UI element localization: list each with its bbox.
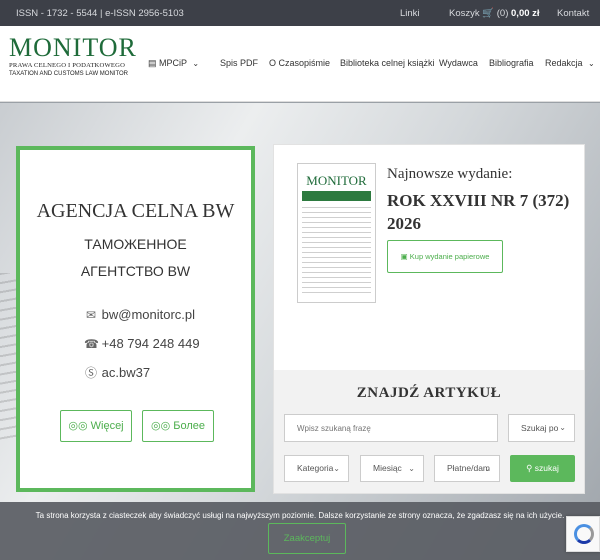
agency-skype[interactable]: Ⓢ ac.bw37	[84, 364, 150, 381]
chevron-down-icon: ⌄	[588, 59, 595, 68]
nav-bibliografia[interactable]: Bibliografia	[489, 58, 534, 68]
issue-cover-image[interactable]: MONITOR	[297, 163, 376, 303]
find-article-title: ZNAJDŹ ARTYKUŁ	[356, 385, 502, 401]
links-link[interactable]: Linki	[400, 8, 420, 19]
cover-header	[298, 164, 375, 170]
search-by-value: Szukaj po	[521, 423, 559, 433]
agency-name: AGENCJA CELNA BW	[36, 200, 235, 222]
search-button-label: szukaj	[534, 463, 559, 473]
chevron-down-icon: ⌄	[484, 464, 491, 473]
cart-count: (0)	[496, 8, 509, 19]
skype-icon: Ⓢ	[84, 366, 97, 380]
category-select[interactable]: Kategoria ⌄	[284, 455, 349, 482]
agency-name-ru-line2: АГЕНТСТВО BW	[80, 263, 191, 279]
newest-issue-label: Najnowsze wydanie:	[387, 166, 513, 182]
nav-mpcip-label: MPCiP	[159, 58, 187, 68]
glasses-icon: ◎◎	[68, 420, 88, 432]
top-bar: ISSN - 1732 - 5544 | e-ISSN 2956-5103 Li…	[0, 0, 600, 26]
nav-o-czasopismie[interactable]: O Czasopiśmie	[269, 58, 330, 68]
glasses-icon: ◎◎	[150, 420, 171, 432]
cart-total: 0,00 zł	[511, 8, 540, 19]
cover-contents	[302, 207, 371, 297]
nav-wydawca[interactable]: Wydawca	[439, 58, 478, 68]
cart-link[interactable]: Koszyk 🛒 (0) 0,00 zł	[449, 8, 540, 19]
recaptcha-badge[interactable]	[566, 516, 600, 552]
issue-and-search-panel: MONITOR Najnowsze wydanie: ROK XXVIII NR…	[273, 144, 585, 494]
agency-card: AGENCJA CELNA BW ТАМОЖЕННОЕ АГЕНТСТВО BW…	[16, 146, 255, 492]
cart-label: Koszyk	[449, 8, 480, 19]
logo-title: MONITOR	[9, 33, 137, 62]
logo-subtitle-en: TAXATION AND CUSTOMS LAW MONITOR	[9, 71, 129, 77]
more-ru-label: Более	[173, 420, 205, 432]
buy-paper-issue-button[interactable]: ▣ Kup wydanie papierowe	[387, 240, 503, 273]
chevron-down-icon: ⌄	[192, 59, 200, 68]
phone-icon: ☎	[84, 337, 99, 351]
nav-biblioteka[interactable]: Biblioteka celnej książki	[340, 58, 435, 68]
cover-logo: MONITOR	[306, 173, 367, 188]
accept-cookies-button[interactable]: Zaakceptuj	[268, 523, 346, 554]
logo-subtitle-pl: PRAWA CELNEGO I PODATKOWEGO	[9, 62, 126, 69]
logo[interactable]: MONITOR PRAWA CELNEGO I PODATKOWEGO TAXA…	[9, 33, 137, 78]
issue-title[interactable]: ROK XXVIII NR 7 (372) 2026	[387, 189, 577, 235]
email-icon: ✉	[85, 308, 97, 322]
cookie-banner: Ta strona korzysta z ciasteczek aby świa…	[0, 502, 600, 560]
cover-band	[302, 191, 371, 201]
latest-issue-section: MONITOR Najnowsze wydanie: ROK XXVIII NR…	[274, 145, 584, 370]
month-value: Miesiąc	[373, 463, 402, 473]
search-input[interactable]	[284, 414, 498, 442]
nav-redakcja-label: Redakcja	[545, 58, 583, 68]
agency-email[interactable]: ✉ bw@monitorc.pl	[84, 307, 195, 322]
search-icon: ⚲	[526, 463, 533, 473]
recaptcha-icon	[574, 524, 594, 544]
nav-redakcja[interactable]: Redakcja ⌄	[545, 58, 595, 68]
more-pl-button[interactable]: ◎◎ Więcej	[60, 410, 132, 442]
money-icon: ▣	[400, 252, 408, 261]
month-select[interactable]: Miesiąc ⌄	[360, 455, 424, 482]
book-icon: ▤	[148, 58, 157, 68]
cookie-text: Ta strona korzysta z ciasteczek aby świa…	[35, 511, 565, 520]
chevron-down-icon: ⌄	[559, 423, 566, 432]
agency-name-ru-line1: ТАМОЖЕННОЕ	[84, 236, 187, 252]
nav-spis-pdf[interactable]: Spis PDF	[220, 58, 258, 68]
chevron-down-icon: ⌄	[408, 464, 415, 473]
category-value: Kategoria	[297, 463, 334, 473]
chevron-down-icon: ⌄	[333, 464, 340, 473]
site-header: MONITOR PRAWA CELNEGO I PODATKOWEGO TAXA…	[0, 26, 600, 102]
more-pl-label: Więcej	[90, 420, 124, 432]
contact-link[interactable]: Kontakt	[557, 8, 589, 19]
agency-skype-text: ac.bw37	[101, 365, 151, 380]
more-ru-button[interactable]: ◎◎ Более	[142, 410, 214, 442]
nav-mpcip[interactable]: ▤ MPCiP ⌄	[148, 58, 199, 69]
agency-email-text: bw@monitorc.pl	[101, 307, 196, 322]
agency-phone[interactable]: ☎ +48 794 248 449	[84, 336, 200, 351]
agency-phone-text: +48 794 248 449	[101, 336, 200, 351]
cart-icon: 🛒	[482, 8, 495, 19]
buy-paper-issue-label: Kup wydanie papierowe	[409, 252, 490, 261]
paid-free-select[interactable]: Płatne/dam ⌄	[434, 455, 500, 482]
issn-text: ISSN - 1732 - 5544 | e-ISSN 2956-5103	[16, 8, 184, 19]
search-button[interactable]: ⚲ szukaj	[510, 455, 575, 482]
search-by-select[interactable]: Szukaj po ⌄	[508, 414, 575, 442]
